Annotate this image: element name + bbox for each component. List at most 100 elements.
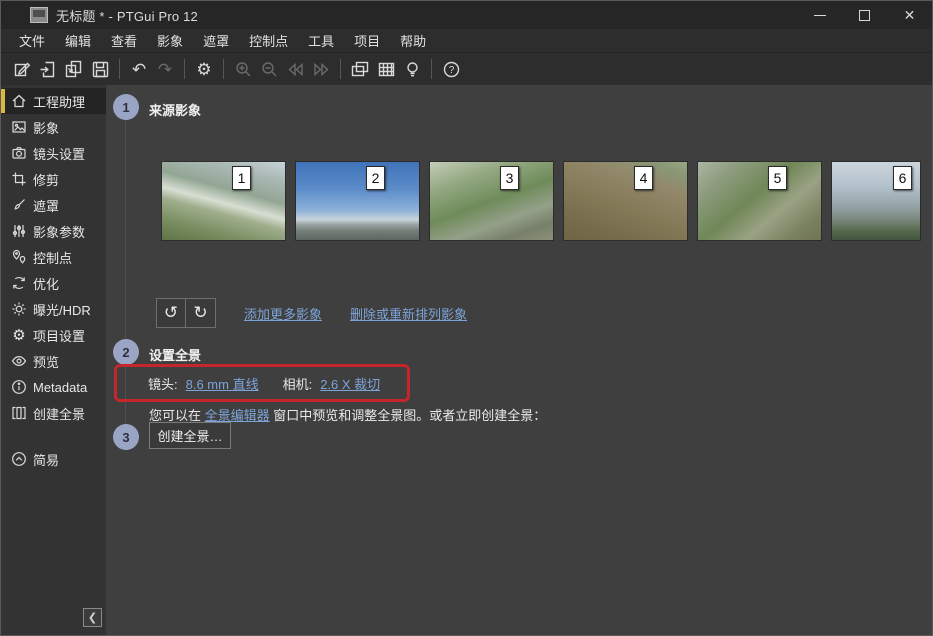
close-button[interactable]: ✕ — [887, 1, 932, 29]
image-number-badge: 2 — [366, 166, 385, 190]
image-number-badge: 6 — [893, 166, 912, 190]
menu-file[interactable]: 文件 — [9, 28, 55, 53]
home-icon — [11, 93, 27, 109]
add-more-images-link[interactable]: 添加更多影象 — [244, 304, 322, 323]
minimize-icon — [814, 15, 826, 16]
toolbar: ↶ ↷ ⚙ ? — [1, 53, 932, 85]
sidebar-item-project-settings[interactable]: ⚙ 项目设置 — [1, 322, 106, 348]
camera-value-link[interactable]: 2.6 X 裁切 — [320, 374, 380, 393]
undo-icon[interactable]: ↶ — [126, 56, 152, 82]
step-1-title: 来源影象 — [149, 100, 201, 119]
help-icon[interactable]: ? — [438, 56, 464, 82]
lens-label: 镜头: — [148, 374, 178, 393]
sidebar-item-preview[interactable]: 预览 — [1, 348, 106, 374]
apply-template-icon[interactable] — [61, 56, 87, 82]
maximize-icon — [859, 10, 870, 21]
info-icon — [11, 379, 27, 395]
control-point-table-icon[interactable] — [373, 56, 399, 82]
project-assistant-panel: 1 来源影象 1 2 3 4 5 6 ↺ ↻ 添加更多影象 删除或重新排列影象 — [106, 85, 932, 635]
image-number-badge: 3 — [500, 166, 519, 190]
menu-mask[interactable]: 遮罩 — [193, 28, 239, 53]
sidebar-item-simple-mode[interactable]: 简易 — [1, 446, 106, 472]
panorama-editor-icon[interactable] — [347, 56, 373, 82]
gear-icon: ⚙ — [11, 328, 27, 343]
sidebar-item-crop[interactable]: 修剪 — [1, 166, 106, 192]
step-2-title: 设置全景 — [149, 345, 201, 364]
settings-gear-icon[interactable]: ⚙ — [191, 56, 217, 82]
source-image-thumbnail[interactable]: 6 — [831, 161, 921, 241]
step-2-badge: 2 — [113, 339, 139, 365]
menu-project[interactable]: 项目 — [344, 28, 390, 53]
panorama-editor-link[interactable]: 全景编辑器 — [205, 408, 270, 423]
create-panorama-button[interactable]: 创建全景… — [149, 422, 231, 449]
image-number-badge: 5 — [768, 166, 787, 190]
bulb-icon[interactable] — [399, 56, 425, 82]
window-title: 无标题 * - PTGui Pro 12 — [56, 6, 198, 25]
minimize-button[interactable] — [797, 1, 842, 29]
source-image-thumbnail[interactable]: 3 — [429, 161, 554, 241]
sidebar-collapse-button[interactable]: ❮ — [83, 608, 102, 627]
menu-bar: 文件 编辑 查看 影象 遮罩 控制点 工具 项目 帮助 — [1, 29, 932, 53]
sidebar-item-images[interactable]: 影象 — [1, 114, 106, 140]
toolbar-separator — [431, 59, 432, 79]
sun-icon — [11, 301, 27, 317]
image-number-badge: 1 — [232, 166, 251, 190]
rotate-cw-button[interactable]: ↻ — [186, 298, 216, 328]
svg-text:?: ? — [448, 65, 454, 76]
menu-view[interactable]: 查看 — [101, 28, 147, 53]
zoom-out-icon — [256, 56, 282, 82]
image-number-badge: 4 — [634, 166, 653, 190]
menu-images[interactable]: 影象 — [147, 28, 193, 53]
open-project-icon[interactable] — [35, 56, 61, 82]
panorama-icon — [11, 405, 27, 421]
sidebar-item-exposure-hdr[interactable]: 曝光/HDR — [1, 296, 106, 322]
step-1-badge: 1 — [113, 94, 139, 120]
previous-image-icon — [282, 56, 308, 82]
menu-tools[interactable]: 工具 — [298, 28, 344, 53]
map-pin-icon — [11, 249, 27, 265]
sidebar-item-lens-settings[interactable]: 镜头设置 — [1, 140, 106, 166]
menu-edit[interactable]: 编辑 — [55, 28, 101, 53]
delete-rearrange-images-link[interactable]: 删除或重新排列影象 — [350, 304, 467, 323]
toolbar-separator — [340, 59, 341, 79]
ptgui-window: 无标题 * - PTGui Pro 12 ✕ 文件 编辑 查看 影象 遮罩 控制… — [0, 0, 933, 636]
sidebar-item-optimize[interactable]: 优化 — [1, 270, 106, 296]
zoom-in-icon — [230, 56, 256, 82]
chevron-left-icon: ❮ — [88, 611, 97, 624]
sidebar-item-metadata[interactable]: Metadata — [1, 374, 106, 400]
lens-value-link[interactable]: 8.6 mm 直线 — [186, 374, 259, 393]
sidebar: 工程助理 影象 镜头设置 修剪 遮罩 影象参数 — [1, 85, 106, 635]
redo-icon: ↷ — [152, 56, 178, 82]
menu-help[interactable]: 帮助 — [390, 28, 436, 53]
sidebar-item-mask[interactable]: 遮罩 — [1, 192, 106, 218]
eye-icon — [11, 353, 27, 369]
rotate-ccw-button[interactable]: ↺ — [156, 298, 186, 328]
step-3-badge: 3 — [113, 424, 139, 450]
save-icon[interactable] — [87, 56, 113, 82]
sidebar-item-control-points[interactable]: 控制点 — [1, 244, 106, 270]
title-bar: 无标题 * - PTGui Pro 12 ✕ — [1, 1, 932, 29]
sidebar-item-image-parameters[interactable]: 影象参数 — [1, 218, 106, 244]
source-image-thumbnail[interactable]: 2 — [295, 161, 420, 241]
source-image-thumbnail[interactable]: 4 — [563, 161, 688, 241]
camera-icon — [11, 145, 27, 161]
source-image-thumbnail[interactable]: 1 — [161, 161, 286, 241]
close-icon: ✕ — [904, 7, 916, 24]
next-image-icon — [308, 56, 334, 82]
rotate-cw-icon: ↻ — [193, 303, 207, 323]
refresh-icon — [11, 275, 27, 291]
image-icon — [11, 119, 27, 135]
sidebar-item-create-panorama[interactable]: 创建全景 — [1, 400, 106, 426]
maximize-button[interactable] — [842, 1, 887, 29]
new-project-icon[interactable] — [9, 56, 35, 82]
app-icon — [30, 7, 48, 23]
sliders-icon — [11, 223, 27, 239]
rotate-button-group: ↺ ↻ — [156, 298, 216, 328]
source-image-strip: 1 2 3 4 5 6 — [161, 161, 921, 241]
chevron-up-circle-icon — [11, 451, 27, 467]
source-image-thumbnail[interactable]: 5 — [697, 161, 822, 241]
rotate-ccw-icon: ↺ — [164, 303, 178, 323]
brush-icon — [11, 197, 27, 213]
sidebar-item-project-assistant[interactable]: 工程助理 — [1, 88, 106, 114]
menu-control-points[interactable]: 控制点 — [239, 28, 298, 53]
